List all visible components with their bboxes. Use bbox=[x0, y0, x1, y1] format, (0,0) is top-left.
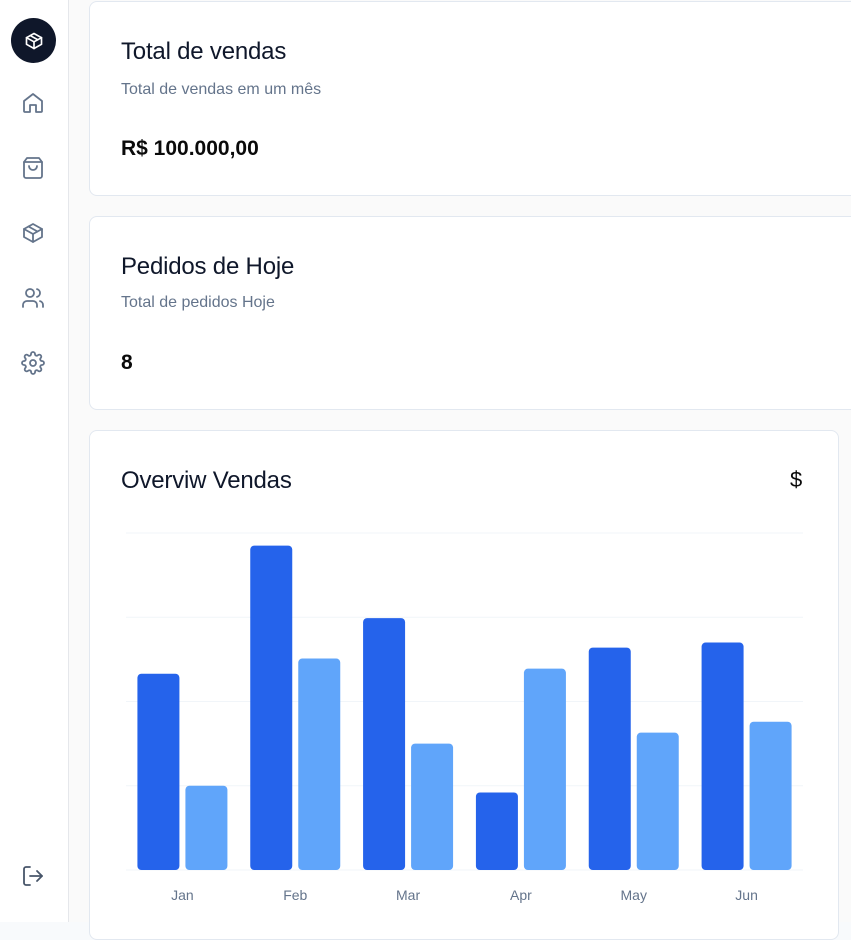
package-icon bbox=[25, 32, 42, 49]
chart-bar[interactable] bbox=[636, 732, 679, 870]
chart-bar[interactable] bbox=[250, 545, 293, 870]
chart-bar[interactable] bbox=[185, 785, 228, 870]
chart-bar[interactable] bbox=[137, 673, 180, 870]
chart-bar[interactable] bbox=[523, 668, 566, 870]
x-tick-label: Apr bbox=[510, 887, 532, 903]
chart-bar[interactable] bbox=[298, 658, 341, 870]
sidebar bbox=[0, 0, 69, 922]
sales-bar-chart: Jan Feb Mar Apr May Jun bbox=[126, 532, 803, 903]
total-sales-value: R$ 100.000,00 bbox=[121, 137, 259, 160]
logout-button[interactable] bbox=[13, 856, 53, 896]
sidebar-item-settings[interactable] bbox=[13, 343, 53, 383]
x-tick-label: Jan bbox=[171, 887, 194, 903]
sidebar-item-home[interactable] bbox=[13, 83, 53, 123]
card-title: Pedidos de Hoje bbox=[121, 253, 295, 280]
x-tick-label: Jun bbox=[735, 887, 758, 903]
chart-bar[interactable] bbox=[588, 647, 631, 870]
x-tick-label: May bbox=[621, 887, 647, 903]
log-out-icon bbox=[23, 866, 43, 886]
x-tick-label: Feb bbox=[283, 887, 307, 903]
shopping-bag-icon bbox=[23, 157, 43, 179]
package-icon bbox=[23, 223, 43, 243]
sales-overview-card: Overviw Vendas $ Jan Feb Mar Apr May Jun bbox=[89, 430, 839, 940]
sidebar-item-customers[interactable] bbox=[13, 278, 53, 318]
brand-logo-button[interactable] bbox=[11, 18, 56, 63]
x-tick-label: Mar bbox=[396, 887, 420, 903]
orders-today-card: Pedidos de Hoje Total de pedidos Hoje 8 bbox=[89, 216, 851, 410]
card-subtitle: Total de pedidos Hoje bbox=[121, 294, 275, 311]
users-icon bbox=[22, 288, 44, 308]
card-subtitle: Total de vendas em um mês bbox=[121, 81, 322, 98]
home-icon bbox=[23, 93, 43, 113]
sidebar-item-orders[interactable] bbox=[13, 148, 53, 188]
settings-icon bbox=[21, 351, 45, 375]
card-title: Total de vendas bbox=[121, 38, 287, 65]
total-sales-card: Total de vendas Total de vendas em um mê… bbox=[89, 1, 851, 196]
chart-bar[interactable] bbox=[411, 743, 454, 870]
chart-bar[interactable] bbox=[475, 792, 518, 870]
orders-today-value: 8 bbox=[121, 351, 133, 374]
chart-bar[interactable] bbox=[749, 721, 792, 870]
main-content: Total de vendas Total de vendas em um mê… bbox=[69, 0, 851, 940]
sidebar-item-products[interactable] bbox=[13, 213, 53, 253]
chart-bar[interactable] bbox=[701, 642, 744, 870]
chart-bar[interactable] bbox=[363, 618, 406, 870]
